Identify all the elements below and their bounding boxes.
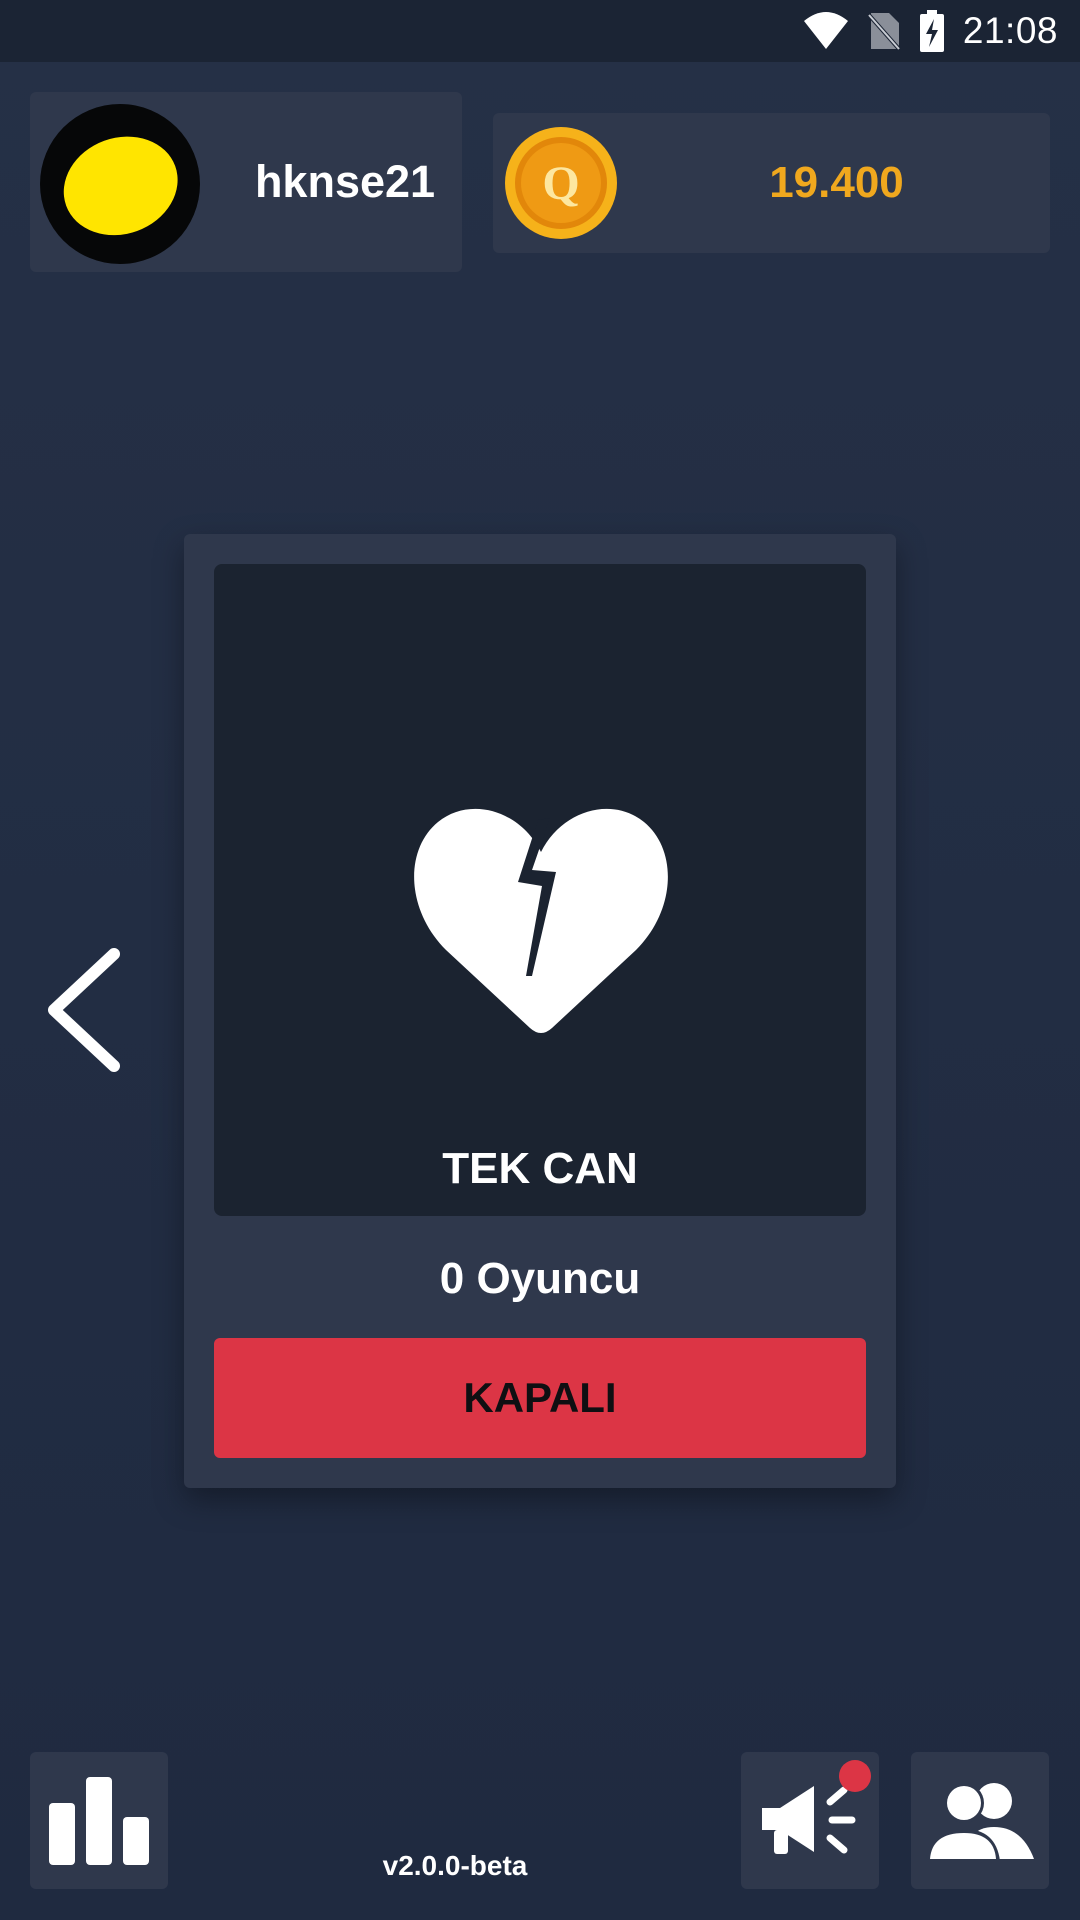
no-sim-icon bbox=[867, 13, 901, 51]
app-screen: 21:08 hknse21 Q 19.400 TEK CAN 0 Oyuncu … bbox=[0, 0, 1080, 1920]
lemon-avatar-icon bbox=[63, 136, 178, 236]
announcements-button[interactable] bbox=[741, 1752, 879, 1889]
coin-balance-card[interactable]: Q 19.400 bbox=[493, 113, 1050, 253]
svg-text:Q: Q bbox=[542, 157, 579, 210]
wifi-icon bbox=[803, 12, 848, 49]
chevron-left-icon[interactable] bbox=[40, 940, 130, 1080]
users-icon bbox=[926, 1782, 1034, 1861]
game-mode-card[interactable]: TEK CAN 0 Oyuncu KAPALI bbox=[184, 534, 896, 1488]
notification-badge bbox=[839, 1760, 871, 1792]
status-time: 21:08 bbox=[962, 10, 1058, 51]
player-count: 0 Oyuncu bbox=[439, 1254, 641, 1303]
game-mode-title: TEK CAN bbox=[442, 1144, 638, 1193]
closed-status-button[interactable]: KAPALI bbox=[214, 1338, 866, 1458]
profile-card[interactable]: hknse21 bbox=[30, 92, 462, 272]
avatar[interactable] bbox=[40, 104, 200, 264]
friends-button[interactable] bbox=[911, 1752, 1049, 1889]
coin-amount: 19.400 bbox=[769, 158, 904, 207]
status-icons: 21:08 bbox=[803, 8, 1058, 54]
status-bar: 21:08 bbox=[0, 0, 1080, 62]
battery-charging-icon bbox=[919, 10, 944, 52]
q-coin-icon: Q bbox=[505, 127, 617, 239]
broken-heart-icon bbox=[414, 808, 668, 1033]
username: hknse21 bbox=[254, 156, 436, 207]
game-mode-panel[interactable]: TEK CAN bbox=[214, 564, 866, 1216]
